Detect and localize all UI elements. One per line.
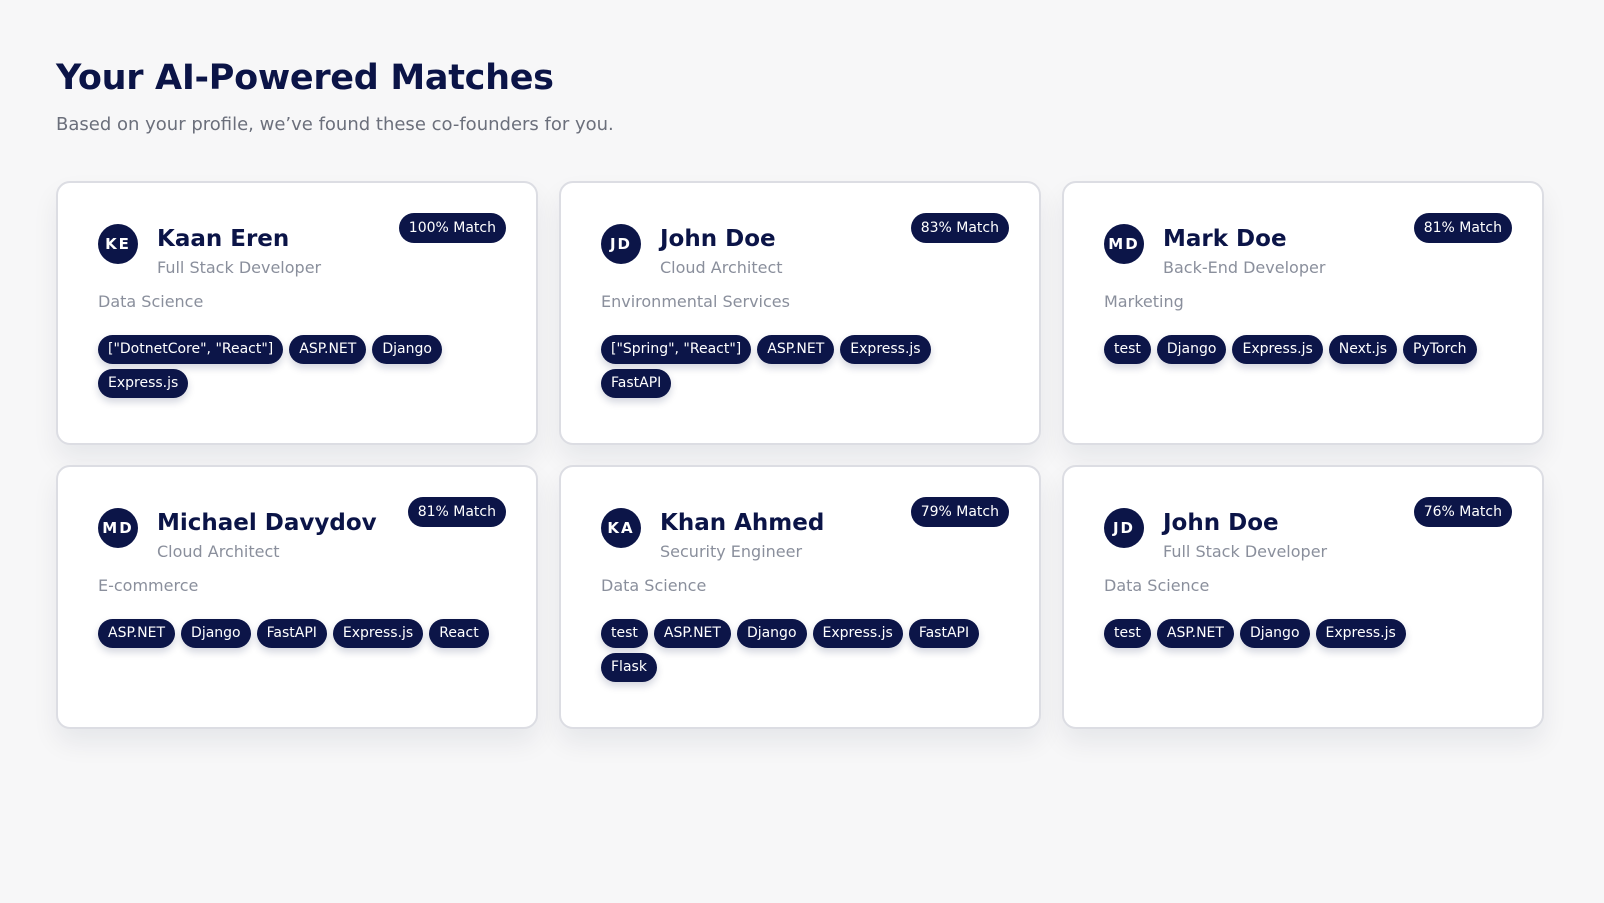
skill-tag: Django	[372, 335, 442, 364]
skill-tag: Express.js	[98, 369, 189, 398]
skill-tag-list: test Django Express.js Next.js PyTorch	[1104, 335, 1496, 364]
founder-industry: Environmental Services	[601, 292, 790, 311]
founder-industry: Data Science	[601, 576, 707, 595]
founder-role: Full Stack Developer	[1163, 542, 1328, 561]
identity: Mark Doe Back-End Developer	[1163, 223, 1325, 279]
identity: Michael Davydov Cloud Architect	[157, 507, 377, 563]
skill-tag: Express.js	[840, 335, 931, 364]
skill-tag: ["DotnetCore", "React"]	[98, 335, 284, 364]
skill-tag: test	[1104, 619, 1151, 648]
skill-tag: ASP.NET	[289, 335, 367, 364]
founder-role: Security Engineer	[660, 542, 803, 561]
avatar: MD	[1104, 224, 1144, 264]
skill-tag-list: test ASP.NET Django Express.js FastAPI Flask	[601, 619, 993, 682]
skill-tag: test	[1104, 335, 1151, 364]
match-card[interactable]: JD John Doe Cloud Architect 83% Match En…	[559, 181, 1041, 445]
founder-industry: Marketing	[1104, 292, 1184, 311]
skill-tag: Express.js	[332, 619, 424, 648]
founder-name: John Doe	[1163, 510, 1279, 536]
founder-name: John Doe	[660, 226, 776, 252]
founder-name: Michael Davydov	[157, 510, 377, 536]
skill-tag: FastAPI	[256, 619, 327, 648]
match-card[interactable]: JD John Doe Full Stack Developer 76% Mat…	[1062, 465, 1544, 729]
skill-tag: Django	[736, 619, 807, 648]
founder-industry: Data Science	[1104, 576, 1210, 595]
skill-tag: ASP.NET	[757, 335, 835, 364]
page-title: Your AI-Powered Matches	[56, 58, 554, 98]
identity: Kaan Eren Full Stack Developer	[157, 223, 321, 279]
founder-role: Back-End Developer	[1163, 258, 1326, 277]
skill-tag: FastAPI	[601, 369, 672, 398]
founder-industry: E-commerce	[98, 576, 199, 595]
avatar: JD	[601, 224, 641, 264]
avatar: JD	[1104, 508, 1144, 548]
match-score-badge: 81% Match	[1413, 213, 1512, 243]
match-card-grid: KE Kaan Eren Full Stack Developer 100% M…	[56, 181, 1544, 729]
skill-tag-list: ["DotnetCore", "React"] ASP.NET Django Expr…	[98, 335, 490, 398]
skill-tag: Express.js	[812, 619, 903, 648]
skill-tag: ASP.NET	[1156, 619, 1234, 648]
match-card[interactable]: MD Mark Doe Back-End Developer 81% Match…	[1062, 181, 1544, 445]
skill-tag: Express.js	[1232, 335, 1323, 364]
avatar: KA	[601, 508, 641, 548]
founder-name: Khan Ahmed	[660, 510, 825, 536]
match-score-badge: 83% Match	[910, 213, 1009, 243]
skill-tag: Flask	[601, 653, 657, 682]
founder-name: Mark Doe	[1163, 226, 1287, 252]
skill-tag-list: ASP.NET Django FastAPI Express.js React	[98, 619, 490, 648]
skill-tag: FastAPI	[908, 619, 980, 648]
page-subtitle: Based on your profile, we’ve found these…	[56, 114, 614, 135]
founder-role: Full Stack Developer	[157, 258, 322, 277]
skill-tag: test	[601, 619, 648, 648]
skill-tag: Django	[181, 619, 251, 648]
avatar: MD	[98, 508, 138, 548]
skill-tag: ["Spring", "React"]	[601, 335, 752, 364]
avatar: KE	[98, 224, 138, 264]
skill-tag-list: test ASP.NET Django Express.js	[1104, 619, 1496, 648]
match-score-badge: 79% Match	[910, 497, 1009, 527]
skill-tag: Django	[1239, 619, 1310, 648]
match-card[interactable]: KA Khan Ahmed Security Engineer 79% Matc…	[559, 465, 1041, 729]
skill-tag: Django	[1156, 335, 1227, 364]
match-card[interactable]: KE Kaan Eren Full Stack Developer 100% M…	[56, 181, 538, 445]
identity: John Doe Cloud Architect	[660, 223, 783, 279]
skill-tag-list: ["Spring", "React"] ASP.NET Express.js Fast…	[601, 335, 993, 398]
skill-tag: Express.js	[1315, 619, 1406, 648]
match-score-badge: 81% Match	[407, 497, 506, 527]
founder-role: Cloud Architect	[660, 258, 783, 277]
skill-tag: ASP.NET	[98, 619, 176, 648]
skill-tag: ASP.NET	[653, 619, 731, 648]
skill-tag: React	[429, 619, 489, 648]
match-score-badge: 76% Match	[1413, 497, 1512, 527]
skill-tag: Next.js	[1328, 335, 1398, 364]
founder-role: Cloud Architect	[157, 542, 280, 561]
matches-page: Your AI-Powered Matches Based on your pr…	[56, 52, 1546, 729]
match-card[interactable]: MD Michael Davydov Cloud Architect 81% M…	[56, 465, 538, 729]
identity: John Doe Full Stack Developer	[1163, 507, 1327, 563]
founder-industry: Data Science	[98, 292, 204, 311]
skill-tag: PyTorch	[1403, 335, 1477, 364]
match-score-badge: 100% Match	[398, 213, 506, 243]
identity: Khan Ahmed Security Engineer	[660, 507, 824, 563]
founder-name: Kaan Eren	[157, 226, 290, 252]
